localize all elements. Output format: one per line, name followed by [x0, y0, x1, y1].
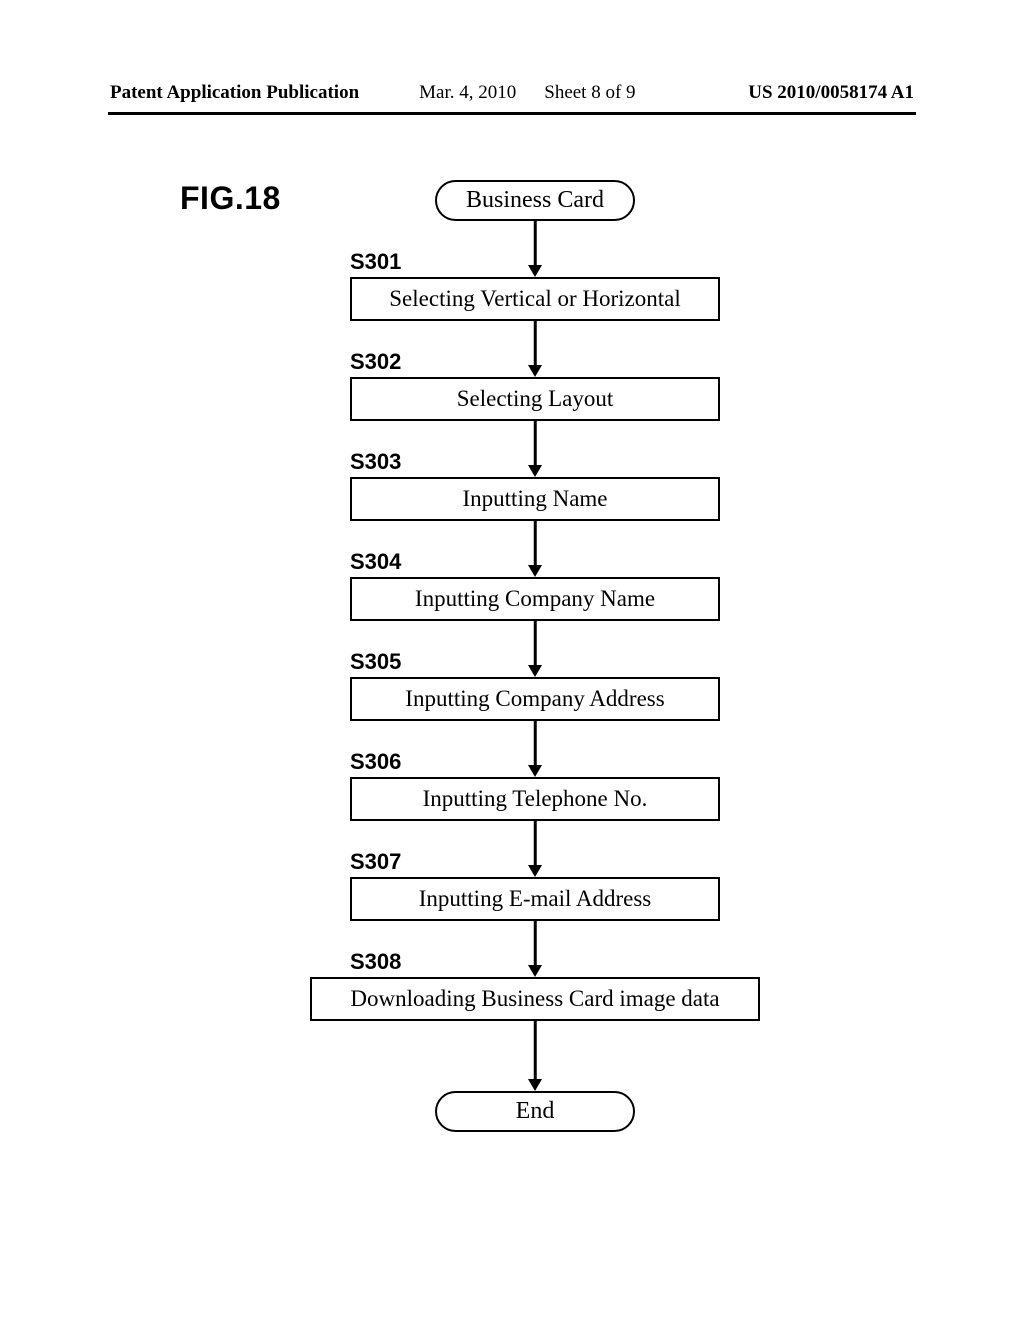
flow-line — [534, 521, 537, 571]
flow-connector: S301 — [305, 221, 765, 277]
flow-start-terminator: Business Card — [435, 180, 635, 221]
flow-line — [534, 421, 537, 471]
flow-step-s306: Inputting Telephone No. — [350, 777, 720, 821]
sheet-number: Sheet 8 of 9 — [544, 82, 635, 104]
step-id: S307 — [350, 849, 401, 875]
flow-step-s302: Selecting Layout — [350, 377, 720, 421]
flow-step-s305: Inputting Company Address — [350, 677, 720, 721]
flow-step-s303: Inputting Name — [350, 477, 720, 521]
step-id: S306 — [350, 749, 401, 775]
publication-type: Patent Application Publication — [110, 82, 359, 104]
header-divider — [108, 112, 916, 115]
step-id: S301 — [350, 249, 401, 275]
step-text: Inputting E-mail Address — [419, 886, 652, 911]
step-text: Selecting Vertical or Horizontal — [389, 286, 680, 311]
flow-step-s307: Inputting E-mail Address — [350, 877, 720, 921]
step-text: Inputting Company Name — [415, 586, 655, 611]
flow-end-text: End — [516, 1098, 555, 1124]
arrow-down-icon — [528, 265, 542, 277]
flow-connector: S303 — [305, 421, 765, 477]
page-header: Patent Application Publication Mar. 4, 2… — [0, 82, 1024, 104]
arrow-down-icon — [528, 865, 542, 877]
flow-connector: S302 — [305, 321, 765, 377]
arrow-down-icon — [528, 665, 542, 677]
flow-connector: S306 — [305, 721, 765, 777]
publication-date: Mar. 4, 2010 — [419, 82, 516, 104]
publication-number: US 2010/0058174 A1 — [748, 82, 914, 104]
step-id: S305 — [350, 649, 401, 675]
arrow-down-icon — [528, 465, 542, 477]
step-id: S308 — [350, 949, 401, 975]
flow-line — [534, 721, 537, 771]
flow-step-s301: Selecting Vertical or Horizontal — [350, 277, 720, 321]
arrow-down-icon — [528, 565, 542, 577]
flowchart: Business Card S301 Selecting Vertical or… — [305, 180, 765, 1132]
flow-connector — [305, 1021, 765, 1091]
flow-connector: S304 — [305, 521, 765, 577]
flow-line — [534, 221, 537, 271]
flow-connector: S307 — [305, 821, 765, 877]
flow-line — [534, 321, 537, 371]
step-text: Inputting Company Address — [405, 686, 664, 711]
flow-step-s304: Inputting Company Name — [350, 577, 720, 621]
flow-step-s308: Downloading Business Card image data — [310, 977, 760, 1021]
step-id: S303 — [350, 449, 401, 475]
flow-line — [534, 1021, 537, 1085]
arrow-down-icon — [528, 965, 542, 977]
arrow-down-icon — [528, 1079, 542, 1091]
step-text: Selecting Layout — [457, 386, 614, 411]
step-text: Inputting Name — [463, 486, 608, 511]
flow-start-text: Business Card — [466, 187, 604, 213]
flow-line — [534, 921, 537, 971]
arrow-down-icon — [528, 765, 542, 777]
flow-connector: S308 — [305, 921, 765, 977]
flow-line — [534, 621, 537, 671]
arrow-down-icon — [528, 365, 542, 377]
step-text: Inputting Telephone No. — [423, 786, 648, 811]
flow-end-terminator: End — [435, 1091, 635, 1132]
flow-line — [534, 821, 537, 871]
step-text: Downloading Business Card image data — [350, 986, 719, 1011]
step-id: S304 — [350, 549, 401, 575]
step-id: S302 — [350, 349, 401, 375]
flow-connector: S305 — [305, 621, 765, 677]
figure-label: FIG.18 — [180, 180, 281, 217]
